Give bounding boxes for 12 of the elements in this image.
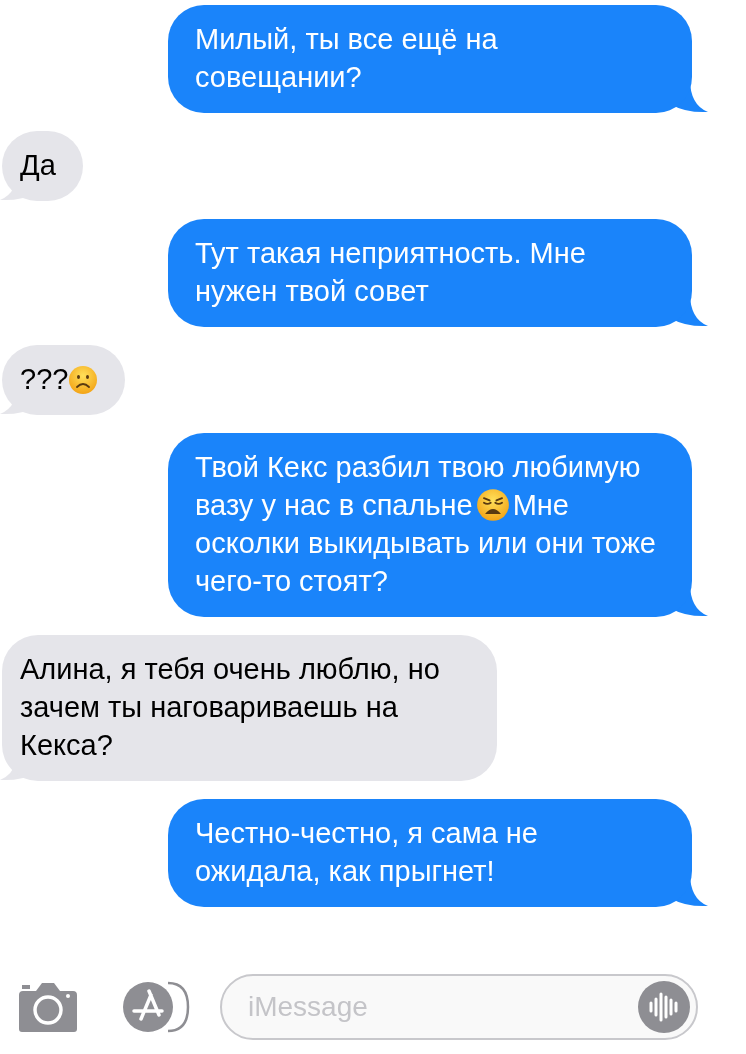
message-text: Честно-честно, я сама не ожидала, как прыгнет! — [195, 816, 539, 889]
message-text: Да — [20, 148, 56, 183]
app-store-icon[interactable] — [122, 981, 190, 1033]
message-text: Тут такая неприятность. Мне нужен твой совет — [195, 236, 587, 309]
message-text: Твой Кекс разбил твою любимую вазу у нас в спальне Мне осколки выкидывать или они тоже чего-то стоят? — [195, 450, 657, 599]
frowning-face-icon — [68, 365, 99, 395]
message-text: ??? — [20, 360, 99, 398]
message-text: Алина, я тебя очень люблю, но зачем ты наговариваешь на Кекса? — [20, 652, 441, 763]
audio-waveform-icon[interactable] — [638, 981, 690, 1033]
camera-icon[interactable] — [16, 981, 80, 1033]
weary-face-icon — [475, 488, 510, 522]
message-text: Милый, ты все ещё на совещании? — [195, 22, 499, 95]
